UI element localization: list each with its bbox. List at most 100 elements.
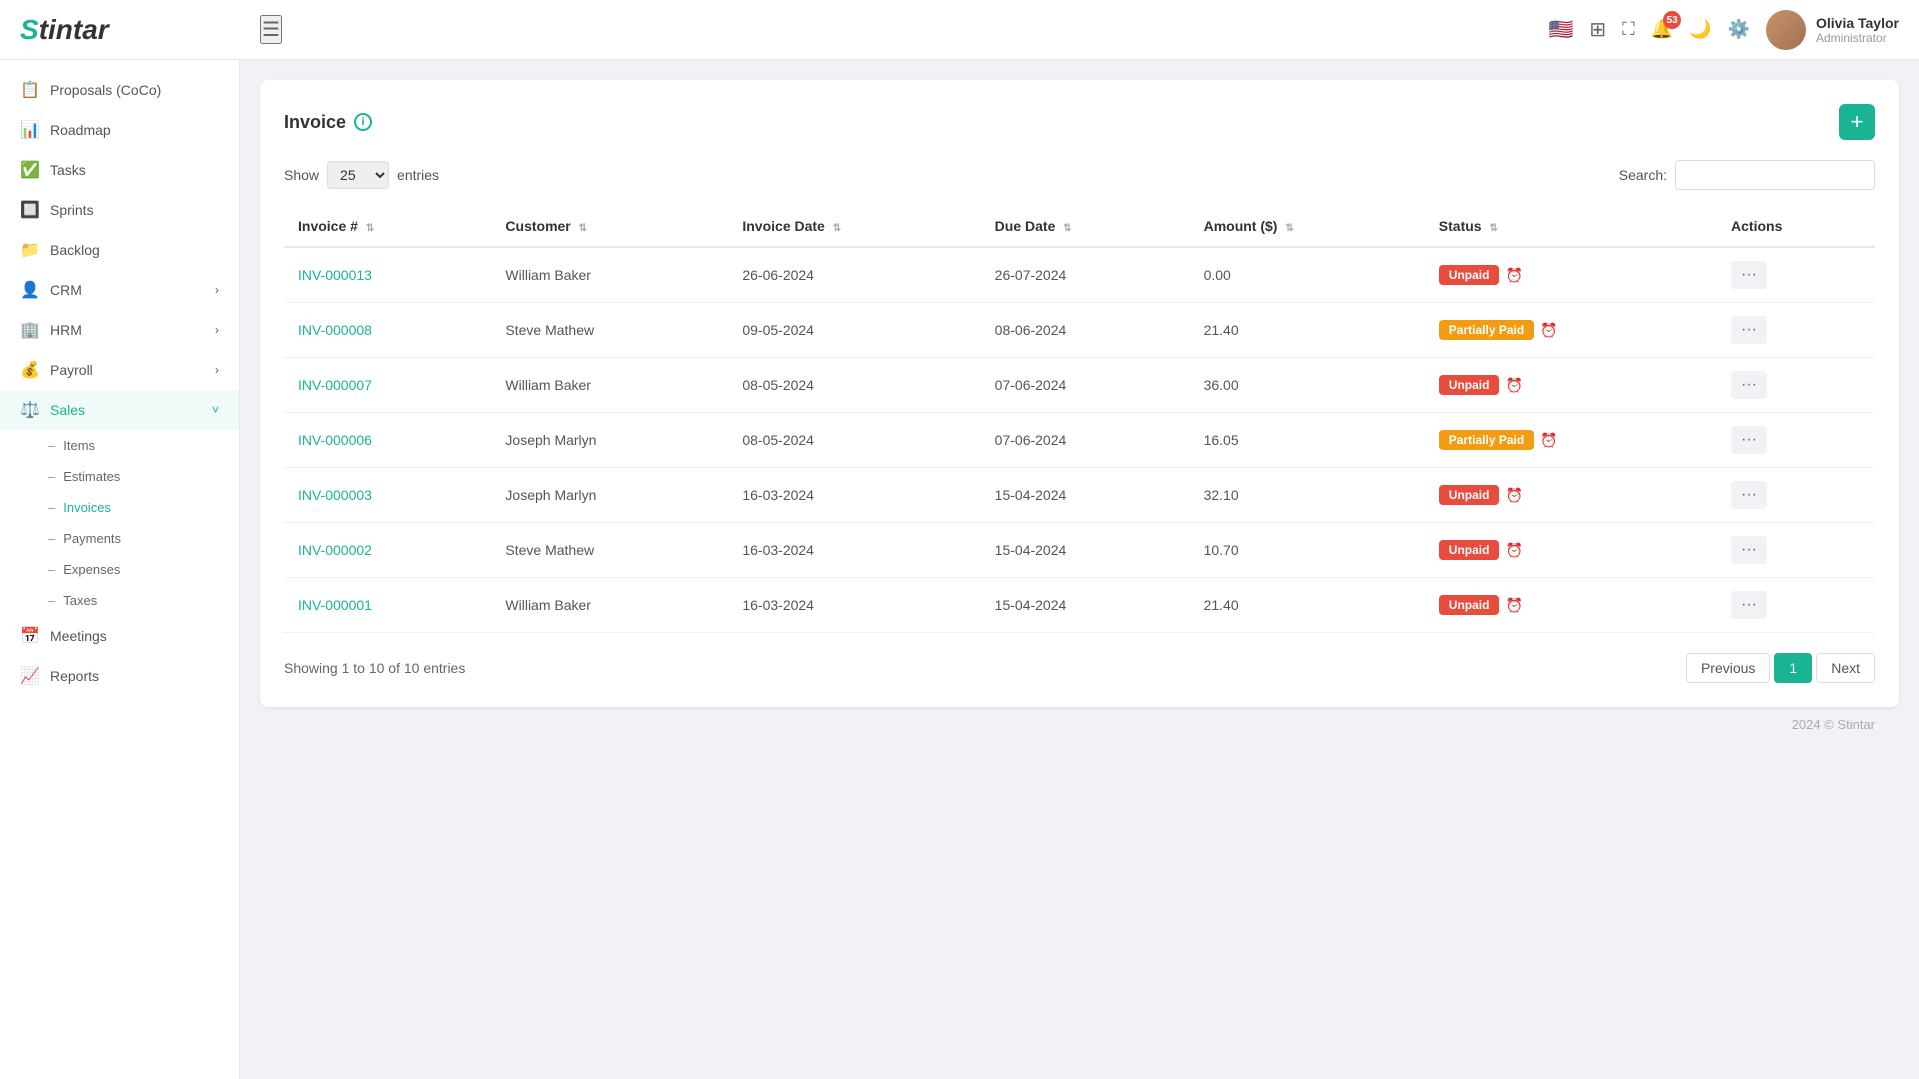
- apps-icon[interactable]: ⊞: [1589, 17, 1606, 42]
- col-invoice-date: Invoice Date ⇅: [728, 206, 980, 247]
- cell-actions: ···: [1717, 523, 1875, 578]
- invoice-link[interactable]: INV-000007: [298, 377, 372, 393]
- sidebar-sub-estimates[interactable]: Estimates: [48, 461, 239, 492]
- invoice-link[interactable]: INV-000002: [298, 542, 372, 558]
- sidebar-item-reports[interactable]: 📈 Reports: [0, 656, 239, 696]
- cell-due-date: 15-04-2024: [981, 523, 1190, 578]
- sidebar-sub-label: Expenses: [63, 562, 120, 577]
- status-warn-icon: ⏰: [1505, 267, 1522, 284]
- table-body: INV-000013 William Baker 26-06-2024 26-0…: [284, 247, 1875, 633]
- main-layout: 📋 Proposals (CoCo) 📊 Roadmap ✅ Tasks 🔲 S…: [0, 0, 1919, 1079]
- sort-icon[interactable]: ⇅: [1489, 223, 1497, 234]
- sidebar-sub-expenses[interactable]: Expenses: [48, 554, 239, 585]
- sprints-icon: 🔲: [20, 200, 40, 220]
- sidebar-sub-payments[interactable]: Payments: [48, 523, 239, 554]
- sort-icon[interactable]: ⇅: [366, 223, 374, 234]
- cell-actions: ···: [1717, 578, 1875, 633]
- table-controls: Show 25 10 50 100 entries Search:: [284, 160, 1875, 190]
- main-content: Invoice i + Show 25 10 50 100 entries: [240, 60, 1919, 1079]
- cell-actions: ···: [1717, 413, 1875, 468]
- user-profile[interactable]: Olivia Taylor Administrator: [1766, 10, 1899, 50]
- sidebar-sub-taxes[interactable]: Taxes: [48, 585, 239, 616]
- invoice-link[interactable]: INV-000008: [298, 322, 372, 338]
- cell-amount: 21.40: [1190, 578, 1425, 633]
- sidebar-sub-invoices[interactable]: Invoices: [48, 492, 239, 523]
- cell-customer: William Baker: [491, 358, 728, 413]
- sidebar-item-sprints[interactable]: 🔲 Sprints: [0, 190, 239, 230]
- row-actions-button[interactable]: ···: [1731, 536, 1767, 564]
- cell-customer: Steve Mathew: [491, 303, 728, 358]
- menu-toggle-button[interactable]: ☰: [260, 15, 282, 44]
- status-badge: Partially Paid: [1439, 320, 1534, 340]
- notification-icon[interactable]: 🔔 53: [1651, 19, 1673, 40]
- table-row: INV-000008 Steve Mathew 09-05-2024 08-06…: [284, 303, 1875, 358]
- invoice-link[interactable]: INV-000013: [298, 267, 372, 283]
- col-amount: Amount ($) ⇅: [1190, 206, 1425, 247]
- cell-invoice-date: 16-03-2024: [728, 468, 980, 523]
- cell-status: Unpaid ⏰: [1425, 523, 1717, 578]
- theme-toggle-icon[interactable]: 🌙: [1689, 19, 1711, 40]
- sort-icon[interactable]: ⇅: [1063, 223, 1071, 234]
- logo: Stintar: [20, 14, 260, 46]
- cell-status: Unpaid ⏰: [1425, 468, 1717, 523]
- row-actions-button[interactable]: ···: [1731, 426, 1767, 454]
- user-name: Olivia Taylor: [1816, 15, 1899, 31]
- sort-icon[interactable]: ⇅: [1285, 223, 1293, 234]
- page-1-button[interactable]: 1: [1774, 653, 1812, 683]
- payroll-icon: 💰: [20, 360, 40, 380]
- add-invoice-button[interactable]: +: [1839, 104, 1875, 140]
- info-icon[interactable]: i: [354, 113, 372, 131]
- search-label: Search:: [1619, 167, 1667, 183]
- row-actions-button[interactable]: ···: [1731, 591, 1767, 619]
- cell-due-date: 07-06-2024: [981, 358, 1190, 413]
- next-button[interactable]: Next: [1816, 653, 1875, 683]
- sidebar-item-payroll[interactable]: 💰 Payroll ›: [0, 350, 239, 390]
- sidebar-item-proposals[interactable]: 📋 Proposals (CoCo): [0, 70, 239, 110]
- cell-customer: Joseph Marlyn: [491, 468, 728, 523]
- pagination-info: Showing 1 to 10 of 10 entries: [284, 660, 465, 676]
- status-warn-icon: ⏰: [1540, 432, 1557, 449]
- sort-icon[interactable]: ⇅: [833, 223, 841, 234]
- table-row: INV-000002 Steve Mathew 16-03-2024 15-04…: [284, 523, 1875, 578]
- sidebar-item-backlog[interactable]: 📁 Backlog: [0, 230, 239, 270]
- invoice-link[interactable]: INV-000001: [298, 597, 372, 613]
- row-actions-button[interactable]: ···: [1731, 316, 1767, 344]
- sidebar-item-roadmap[interactable]: 📊 Roadmap: [0, 110, 239, 150]
- roadmap-icon: 📊: [20, 120, 40, 140]
- sales-icon: ⚖️: [20, 400, 40, 420]
- search-input[interactable]: [1675, 160, 1875, 190]
- sidebar-item-meetings[interactable]: 📅 Meetings: [0, 616, 239, 656]
- sidebar-sub-items[interactable]: Items: [48, 430, 239, 461]
- invoice-link[interactable]: INV-000003: [298, 487, 372, 503]
- row-actions-button[interactable]: ···: [1731, 371, 1767, 399]
- cell-invoice-date: 16-03-2024: [728, 523, 980, 578]
- invoice-link[interactable]: INV-000006: [298, 432, 372, 448]
- status-badge: Unpaid: [1439, 540, 1500, 560]
- pagination-buttons: Previous 1 Next: [1686, 653, 1875, 683]
- fullscreen-icon[interactable]: ⛶: [1622, 19, 1635, 40]
- previous-button[interactable]: Previous: [1686, 653, 1770, 683]
- sidebar-item-label: Sales: [50, 402, 85, 418]
- language-flag-icon[interactable]: 🇺🇸: [1548, 17, 1573, 42]
- table-row: INV-000001 William Baker 16-03-2024 15-0…: [284, 578, 1875, 633]
- status-warn-icon: ⏰: [1540, 322, 1557, 339]
- table-row: INV-000006 Joseph Marlyn 08-05-2024 07-0…: [284, 413, 1875, 468]
- status-badge: Unpaid: [1439, 265, 1500, 285]
- sidebar-item-crm[interactable]: 👤 CRM ›: [0, 270, 239, 310]
- entries-select[interactable]: 25 10 50 100: [327, 161, 389, 189]
- cell-invoice-num: INV-000006: [284, 413, 491, 468]
- sidebar-item-tasks[interactable]: ✅ Tasks: [0, 150, 239, 190]
- sidebar-item-hrm[interactable]: 🏢 HRM ›: [0, 310, 239, 350]
- cell-invoice-num: INV-000003: [284, 468, 491, 523]
- cell-amount: 32.10: [1190, 468, 1425, 523]
- settings-icon[interactable]: ⚙️: [1728, 19, 1750, 40]
- sort-icon[interactable]: ⇅: [579, 223, 587, 234]
- row-actions-button[interactable]: ···: [1731, 481, 1767, 509]
- status-warn-icon: ⏰: [1505, 377, 1522, 394]
- row-actions-button[interactable]: ···: [1731, 261, 1767, 289]
- cell-status: Unpaid ⏰: [1425, 358, 1717, 413]
- sales-chevron-icon: ˅: [212, 403, 219, 417]
- table-row: INV-000007 William Baker 08-05-2024 07-0…: [284, 358, 1875, 413]
- cell-invoice-num: INV-000002: [284, 523, 491, 578]
- sidebar-item-sales[interactable]: ⚖️ Sales ˅: [0, 390, 239, 430]
